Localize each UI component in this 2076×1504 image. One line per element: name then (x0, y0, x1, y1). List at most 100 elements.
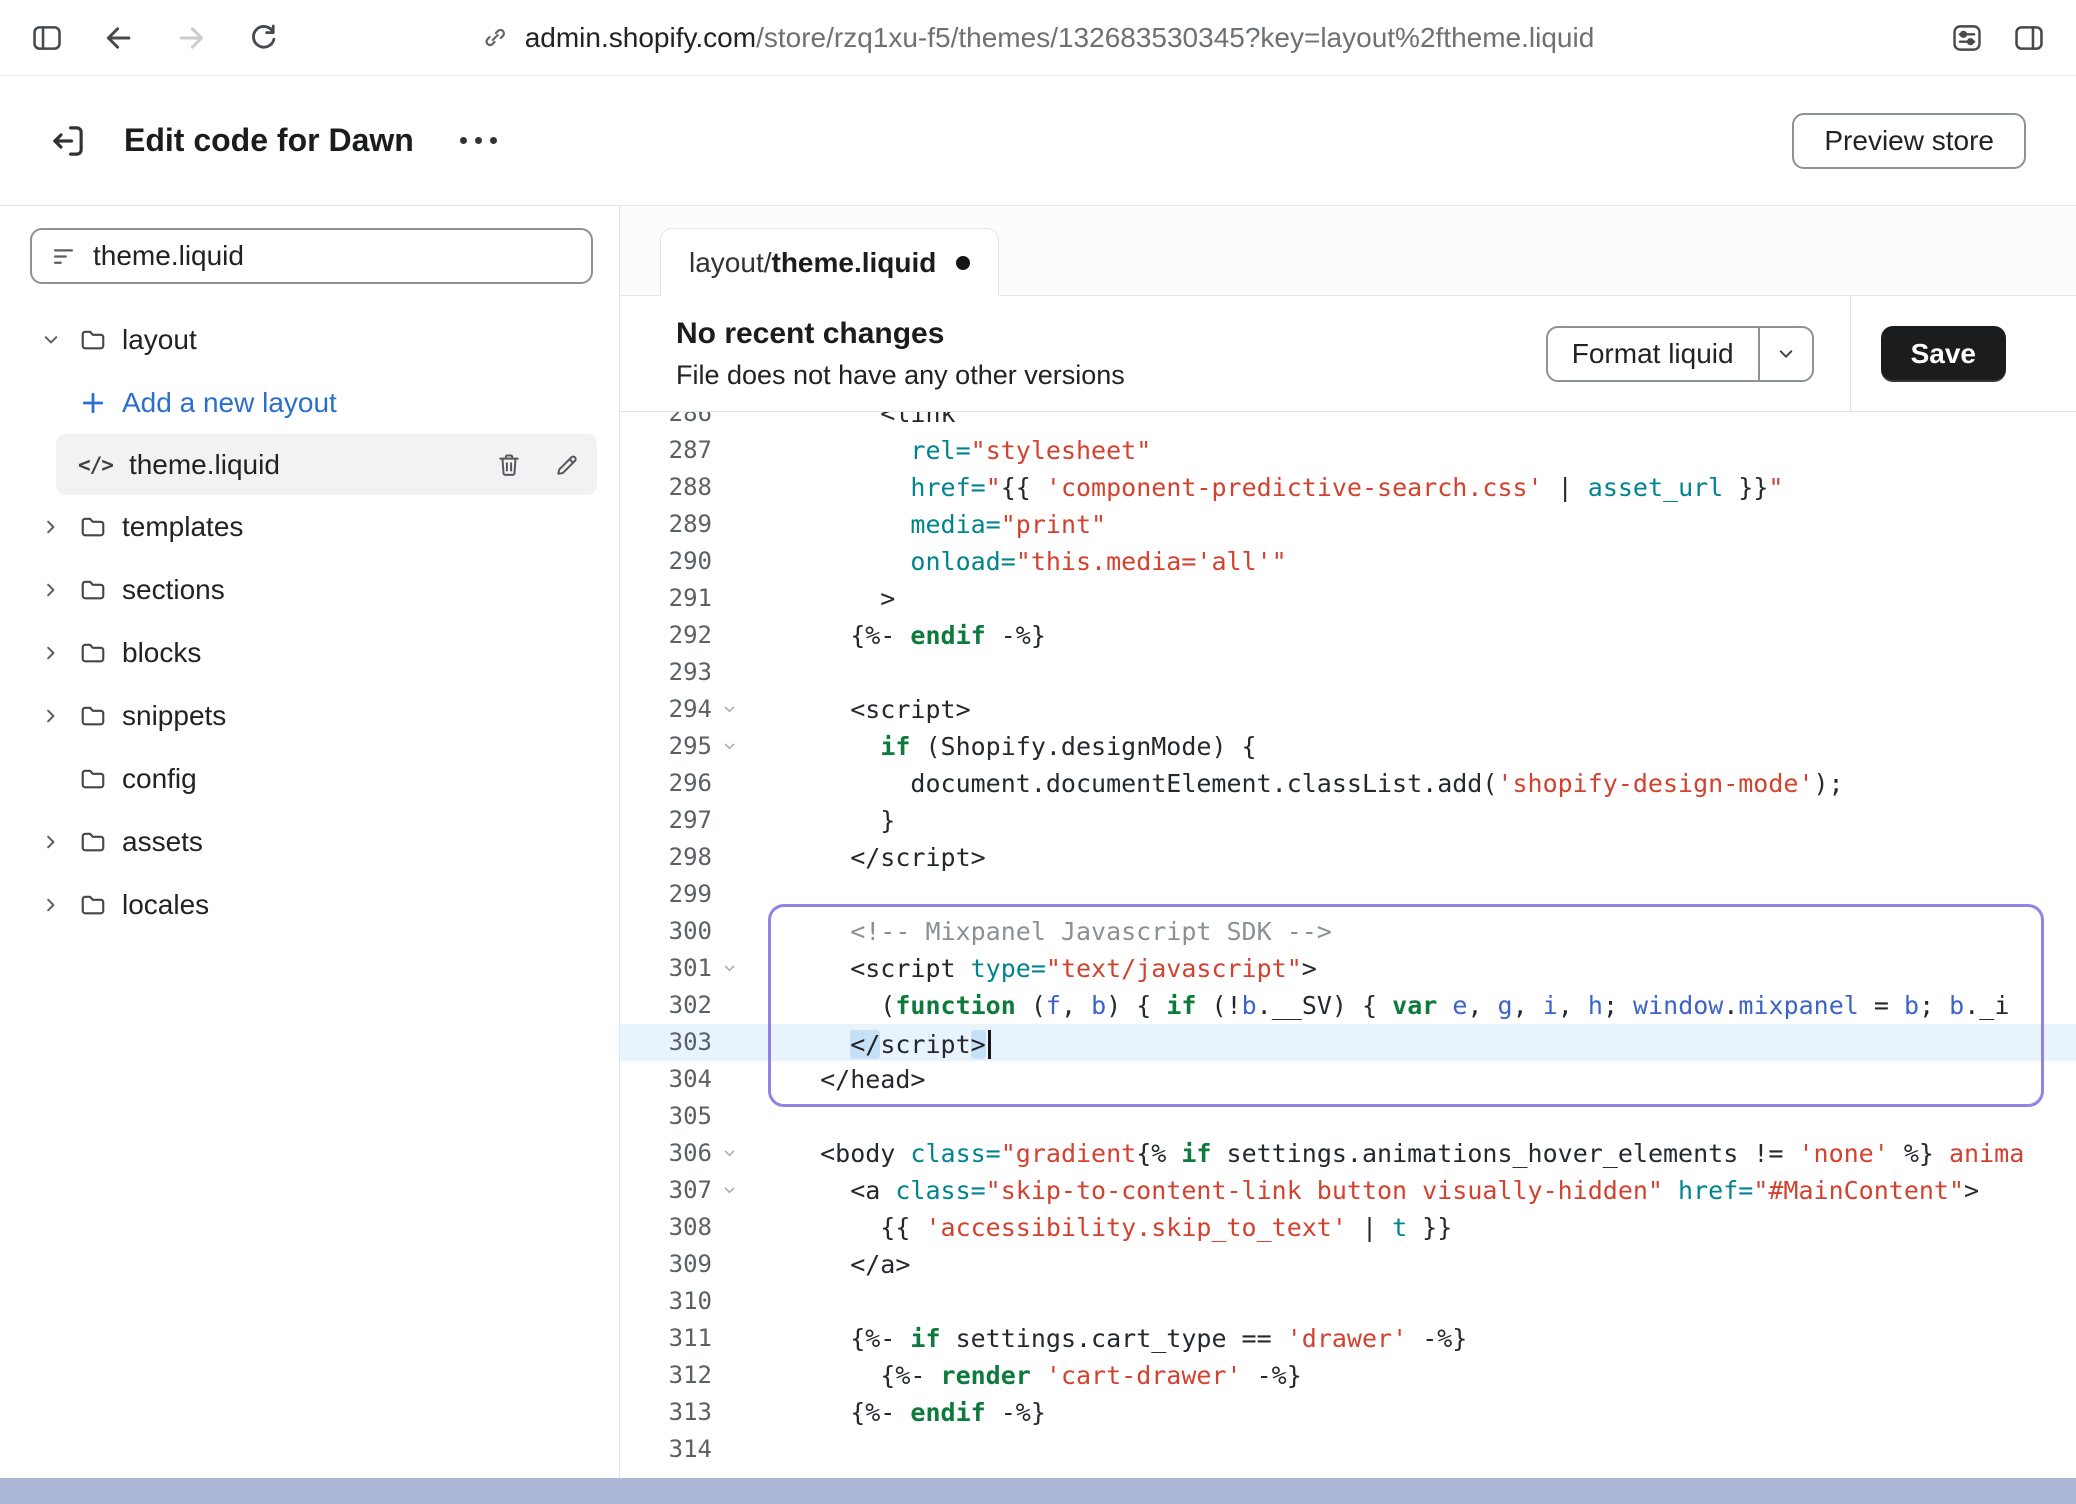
save-button[interactable]: Save (1881, 326, 2006, 382)
code-text (746, 1431, 790, 1468)
code-line-297[interactable]: 297 } (620, 802, 2076, 839)
format-liquid-button[interactable]: Format liquid (1546, 326, 1814, 382)
code-text: {%- endif -%} (746, 1394, 1046, 1431)
chevron-down-icon[interactable] (1760, 328, 1812, 380)
folder-icon (78, 325, 108, 355)
file-search-input[interactable] (93, 240, 573, 272)
code-line-311[interactable]: 311 {%- if settings.cart_type == 'drawer… (620, 1320, 2076, 1357)
fold-spacer (712, 432, 746, 469)
fold-chevron-icon[interactable] (712, 691, 746, 728)
pencil-icon[interactable] (553, 451, 581, 479)
tree-folder-locales[interactable]: locales (0, 873, 619, 936)
panel-right-icon[interactable] (2012, 21, 2046, 55)
chevron-right-icon[interactable] (36, 516, 66, 538)
chevron-down-icon[interactable] (36, 329, 66, 351)
tree-folder-config[interactable]: config (0, 747, 619, 810)
more-actions-button[interactable] (450, 121, 507, 160)
code-line-307[interactable]: 307 <a class="skip-to-content-link butto… (620, 1172, 2076, 1209)
code-text: media="print" (746, 506, 1106, 543)
code-line-313[interactable]: 313 {%- endif -%} (620, 1394, 2076, 1431)
code-text: <script type="text/javascript"> (746, 950, 1317, 987)
code-line-289[interactable]: 289 media="print" (620, 506, 2076, 543)
code-line-302[interactable]: 302 (function (f, b) { if (!b.__SV) { va… (620, 987, 2076, 1024)
tree-folder-templates[interactable]: templates (0, 495, 619, 558)
code-lines: 286 <link287 rel="stylesheet"288 href="{… (620, 412, 2076, 1468)
tune-icon[interactable] (1950, 21, 1984, 55)
code-line-301[interactable]: 301 <script type="text/javascript"> (620, 950, 2076, 987)
code-line-303[interactable]: 303 </script> (620, 1024, 2076, 1061)
code-line-312[interactable]: 312 {%- render 'cart-drawer' -%} (620, 1357, 2076, 1394)
line-number: 305 (620, 1098, 712, 1135)
code-text: <body class="gradient{% if settings.anim… (746, 1135, 2024, 1172)
tree-folder-layout[interactable]: layout (0, 308, 619, 371)
code-text (746, 876, 790, 913)
trash-icon[interactable] (495, 451, 523, 479)
sidebar-toggle-icon[interactable] (30, 21, 64, 55)
tree-item-label: layout (122, 324, 197, 356)
code-line-286[interactable]: 286 <link (620, 412, 2076, 432)
fold-spacer (712, 1209, 746, 1246)
fold-chevron-icon[interactable] (712, 1172, 746, 1209)
tree-folder-snippets[interactable]: snippets (0, 684, 619, 747)
code-line-299[interactable]: 299 (620, 876, 2076, 913)
code-line-306[interactable]: 306 <body class="gradient{% if settings.… (620, 1135, 2076, 1172)
line-number: 302 (620, 987, 712, 1024)
chevron-right-icon[interactable] (36, 642, 66, 664)
reload-icon[interactable] (246, 21, 280, 55)
code-line-305[interactable]: 305 (620, 1098, 2076, 1135)
code-line-292[interactable]: 292 {%- endif -%} (620, 617, 2076, 654)
fold-spacer (712, 876, 746, 913)
line-number: 303 (620, 1024, 712, 1061)
line-number: 296 (620, 765, 712, 802)
chevron-right-icon[interactable] (36, 579, 66, 601)
fold-chevron-icon[interactable] (712, 728, 746, 765)
code-text: </head> (746, 1061, 925, 1098)
line-number: 307 (620, 1172, 712, 1209)
tree-folder-sections[interactable]: sections (0, 558, 619, 621)
folder-icon (78, 512, 108, 542)
code-line-298[interactable]: 298 </script> (620, 839, 2076, 876)
url-text: admin.shopify.com/store/rzq1xu-f5/themes… (525, 22, 1595, 54)
fold-chevron-icon[interactable] (712, 950, 746, 987)
chevron-right-icon[interactable] (36, 705, 66, 727)
code-line-300[interactable]: 300 <!-- Mixpanel Javascript SDK --> (620, 913, 2076, 950)
back-icon[interactable] (102, 21, 136, 55)
code-line-309[interactable]: 309 </a> (620, 1246, 2076, 1283)
add-new-layout-button[interactable]: Add a new layout (0, 371, 619, 434)
folder-icon (78, 890, 108, 920)
code-line-293[interactable]: 293 (620, 654, 2076, 691)
code-text: {{ 'accessibility.skip_to_text' | t }} (746, 1209, 1452, 1246)
code-text: if (Shopify.designMode) { (746, 728, 1257, 765)
unsaved-indicator-dot (956, 256, 970, 270)
code-text: </a> (746, 1246, 910, 1283)
tree-file-theme-liquid[interactable]: </>theme.liquid (56, 434, 597, 495)
code-editor[interactable]: 286 <link287 rel="stylesheet"288 href="{… (620, 412, 2076, 1478)
preview-store-button[interactable]: Preview store (1792, 113, 2026, 169)
code-line-290[interactable]: 290 onload="this.media='all'" (620, 543, 2076, 580)
code-line-287[interactable]: 287 rel="stylesheet" (620, 432, 2076, 469)
code-line-314[interactable]: 314 (620, 1431, 2076, 1468)
app-header: Edit code for Dawn Preview store (0, 76, 2076, 206)
address-bar[interactable]: admin.shopify.com/store/rzq1xu-f5/themes… (482, 22, 1595, 54)
code-line-296[interactable]: 296 document.documentElement.classList.a… (620, 765, 2076, 802)
chevron-right-icon[interactable] (36, 831, 66, 853)
forward-icon (174, 21, 208, 55)
code-line-288[interactable]: 288 href="{{ 'component-predictive-searc… (620, 469, 2076, 506)
code-line-295[interactable]: 295 if (Shopify.designMode) { (620, 728, 2076, 765)
tab-theme-liquid[interactable]: layout/theme.liquid (660, 228, 999, 296)
code-line-310[interactable]: 310 (620, 1283, 2076, 1320)
tree-folder-assets[interactable]: assets (0, 810, 619, 873)
tree-folder-blocks[interactable]: blocks (0, 621, 619, 684)
code-text (746, 654, 790, 691)
line-number: 313 (620, 1394, 712, 1431)
code-line-294[interactable]: 294 <script> (620, 691, 2076, 728)
chevron-right-icon[interactable] (36, 894, 66, 916)
code-line-304[interactable]: 304 </head> (620, 1061, 2076, 1098)
browser-chrome: admin.shopify.com/store/rzq1xu-f5/themes… (0, 0, 2076, 76)
code-line-291[interactable]: 291 > (620, 580, 2076, 617)
fold-chevron-icon[interactable] (712, 1135, 746, 1172)
fold-spacer (712, 1098, 746, 1135)
file-search[interactable] (30, 228, 593, 284)
exit-editor-button[interactable] (36, 109, 100, 173)
code-line-308[interactable]: 308 {{ 'accessibility.skip_to_text' | t … (620, 1209, 2076, 1246)
